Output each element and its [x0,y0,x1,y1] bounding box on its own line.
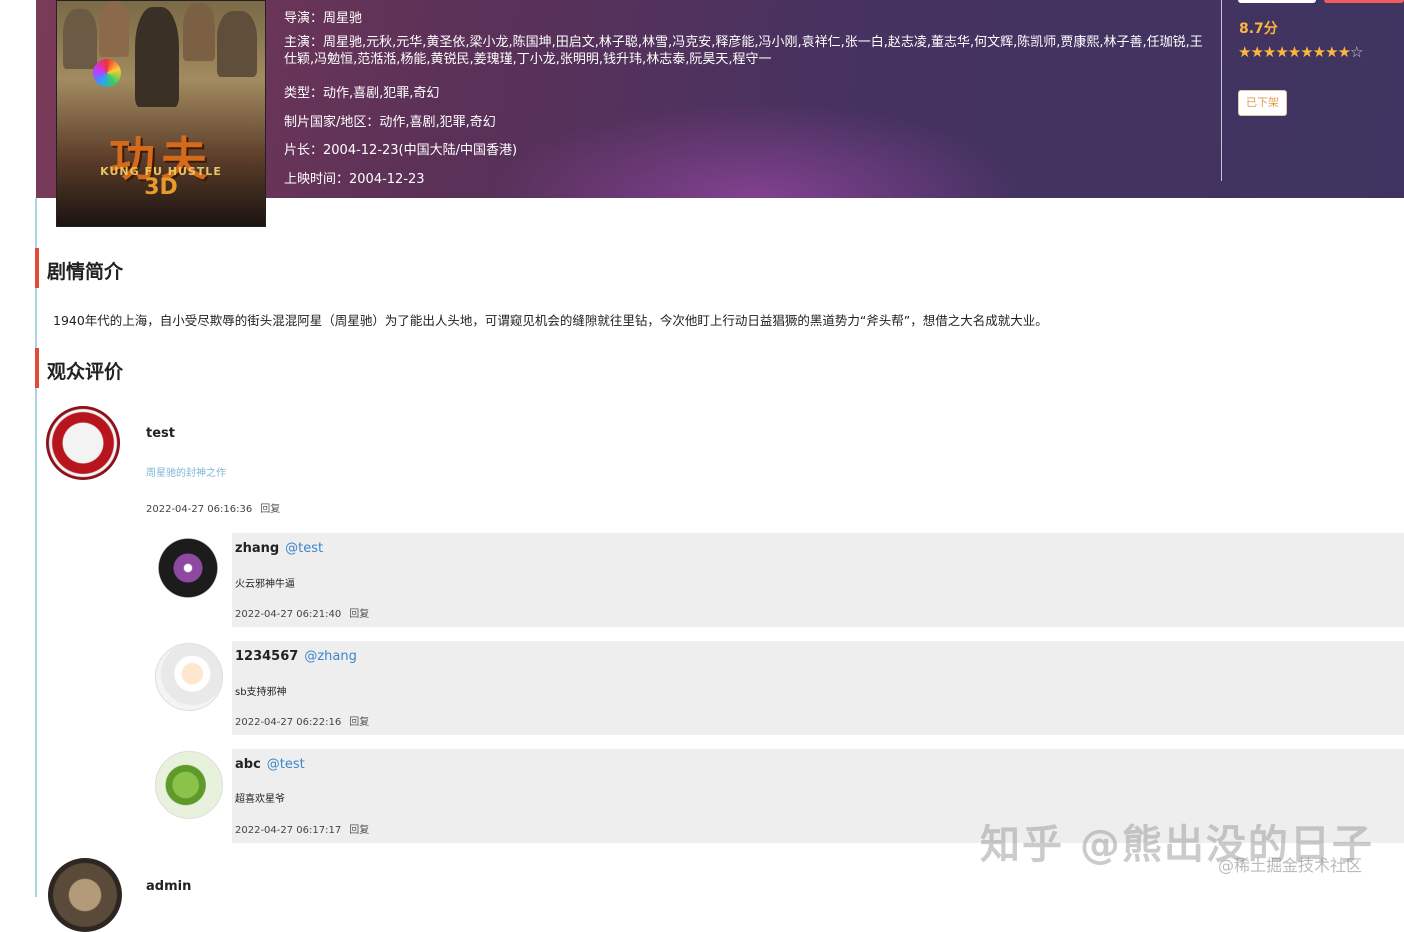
reviews-accent-bar [35,348,39,388]
synopsis-accent-bar [35,248,39,288]
watermark-subtext: @稀土掘金技术社区 [1218,852,1362,876]
reply-text: sb支持邪神 [235,683,287,698]
top-primary-button[interactable] [1324,0,1404,3]
reply-text: 火云邪神牛逼 [235,575,295,590]
reply-username[interactable]: abc @test [235,757,305,772]
reviews-title: 观众评价 [47,357,123,384]
reply-username-text[interactable]: 1234567 [235,649,298,664]
poster-figure [99,1,129,57]
comment-meta: 2022-04-27 06:16:36 回复 [146,500,280,515]
reply-username[interactable]: 1234567 @zhang [235,649,357,664]
off-shelf-button[interactable]: 已下架 [1238,90,1287,116]
director-line: 导演：周星驰 [284,7,362,26]
reply-mention[interactable]: @test [285,541,323,556]
comment-text: 周星驰的封神之作 [146,464,226,479]
reply-mention[interactable]: @zhang [304,649,357,664]
top-action-button[interactable] [1238,0,1316,3]
genre-line: 类型：动作,喜剧,犯罪,奇幻 [284,82,439,101]
comment-username[interactable]: test [146,426,175,441]
reply-link[interactable]: 回复 [349,825,369,836]
reply-time: 2022-04-27 06:22:16 [235,717,341,728]
reply-link[interactable]: 回复 [260,504,280,515]
user-avatar[interactable] [155,535,221,601]
reply-text: 超喜欢星爷 [235,790,285,805]
synopsis-title: 剧情简介 [47,257,123,284]
user-avatar[interactable] [155,751,223,819]
region-line: 制片国家/地区：动作,喜剧,犯罪,奇幻 [284,111,496,130]
poster-3d-label: 3D [57,175,265,200]
reply-username-text[interactable]: zhang [235,541,279,556]
comment-time: 2022-04-27 06:16:36 [146,504,252,515]
reply-mention[interactable]: @test [267,757,305,772]
synopsis-text: 1940年代的上海，自小受尽欺辱的街头混混阿星（周星驰）为了能出人头地，可谓窥见… [53,310,1048,329]
release-line: 上映时间：2004-12-23 [284,168,425,187]
poster-figure [183,3,215,61]
lollipop-icon [93,59,121,87]
user-avatar[interactable] [48,858,122,932]
reply-meta: 2022-04-27 06:17:17 回复 [235,821,369,836]
comment-username[interactable]: admin [146,879,191,894]
user-avatar[interactable] [155,643,223,711]
score-value: 8.7分 [1239,18,1278,38]
reply-time: 2022-04-27 06:21:40 [235,609,341,620]
reply-meta: 2022-04-27 06:22:16 回复 [235,713,369,728]
reply-card [232,641,1404,735]
banner-divider [1221,0,1222,181]
reply-username[interactable]: zhang @test [235,541,323,556]
length-line: 片长：2004-12-23(中国大陆/中国香港) [284,139,517,158]
reply-link[interactable]: 回复 [349,609,369,620]
poster-figure [217,11,257,77]
poster-figure [135,7,179,107]
reply-card [232,533,1404,627]
reply-time: 2022-04-27 06:17:17 [235,825,341,836]
reply-link[interactable]: 回复 [349,717,369,728]
rating-stars: ★★★★★★★★★☆ [1238,43,1362,61]
reply-username-text[interactable]: abc [235,757,261,772]
user-avatar[interactable] [46,406,120,480]
content-left-rule [35,198,37,897]
poster-figure [63,9,97,69]
reply-meta: 2022-04-27 06:21:40 回复 [235,605,369,620]
cast-line: 主演：周星驰,元秋,元华,黄圣依,梁小龙,陈国坤,田启文,林子聪,林雪,冯克安,… [284,34,1204,68]
movie-poster[interactable]: 功夫 KUNG FU HUSTLE 3D [56,0,266,227]
